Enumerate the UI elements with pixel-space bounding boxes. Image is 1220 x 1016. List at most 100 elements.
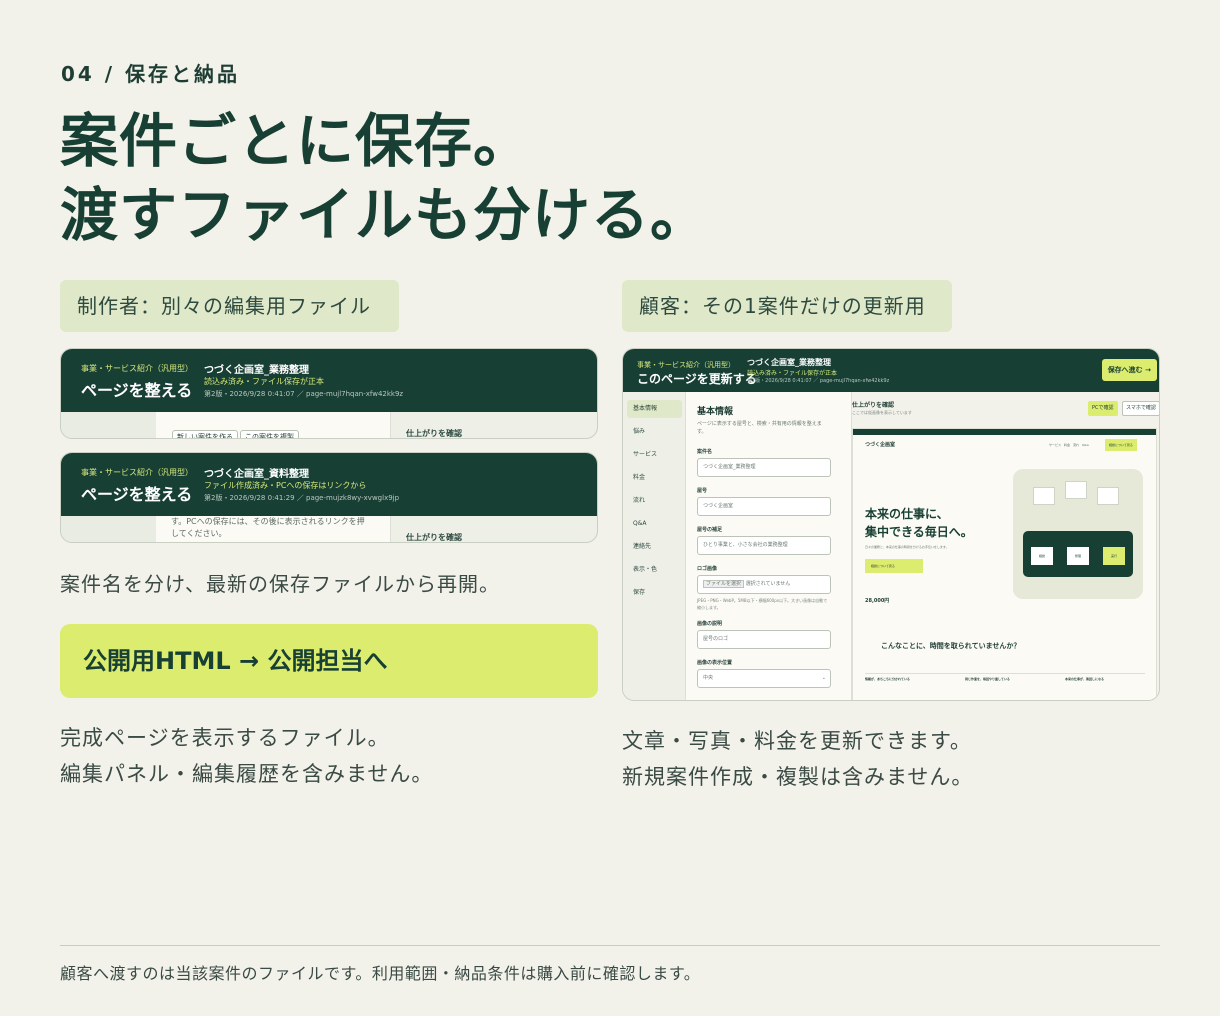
nav-item-basic[interactable]: 基本情報: [627, 400, 682, 418]
case-status: 読込み済み・ファイル保存が正本: [204, 377, 324, 386]
preview-heading: 仕上がりを確認: [406, 533, 462, 542]
nav-item-flow[interactable]: 流れ: [627, 492, 682, 510]
case-name-input[interactable]: つづく企画室_業務整理: [697, 458, 831, 477]
case-meta: 第2版・2026/9/28 0:41:07 ／ page-mujl7hqan-x…: [747, 378, 890, 384]
flow-step-execute: 実行: [1103, 547, 1125, 565]
proceed-save-button[interactable]: 保存へ進む →: [1101, 359, 1157, 381]
client-file-description: 文章・写真・料金を更新できます。 新規案件作成・複製は含みません。: [622, 723, 973, 795]
editor-title: ページを整える: [81, 381, 193, 400]
desc-left-line-1: 完成ページを表示するファイル。: [60, 726, 390, 750]
desc-left-line-2: 編集パネル・編集履歴を含みません。: [60, 762, 434, 786]
case-status: ファイル作成済み・PCへの保存はリンクから: [204, 481, 367, 490]
preview-heading: 仕上がりを確認: [406, 429, 462, 438]
hero-line-2: 集中できる毎日へ。: [865, 525, 973, 539]
document-icon: [1065, 481, 1087, 499]
smartphone-preview-button[interactable]: スマホで確認: [1122, 401, 1159, 416]
form-note: ページに表示する屋号と、検索・共有用の情報を整えます。: [697, 421, 822, 435]
editor-sidebar: [61, 412, 156, 438]
shop-tagline-input[interactable]: ひとり事業と、小さな会社の業務整理: [697, 536, 831, 555]
case-meta: 第2版・2026/9/28 0:41:29 ／ page-mujzk8wy-xv…: [204, 494, 400, 502]
headline-line-2: 渡すファイルも分ける。: [60, 181, 710, 249]
template-kicker: 事業・サービス紹介（汎用型）: [81, 364, 193, 373]
site-brand: つづく企画室: [865, 442, 896, 448]
template-kicker: 事業・サービス紹介（汎用型）: [81, 468, 193, 477]
editor-sidebar: [61, 516, 156, 542]
basic-info-form: 基本情報 ページに表示する屋号と、検索・共有用の情報を整えます。 案件名 つづく…: [686, 392, 852, 700]
editor-header: 事業・サービス紹介（汎用型） ページを整える つづく企画室_業務整理 読込み済み…: [61, 349, 597, 412]
position-select[interactable]: 中央 ⌄: [697, 669, 831, 688]
alt-label: 画像の説明: [697, 621, 723, 627]
nav-item-save[interactable]: 保存: [627, 584, 682, 602]
shop-name-label: 屋号: [697, 488, 708, 494]
logo-note: JPEG・PNG・WebP。5MB以下・横幅600px以下。大きい画像は自動で縮…: [697, 598, 828, 610]
nav-item-worries[interactable]: 悩み: [627, 423, 682, 441]
editor-body: す。PCへの保存には、その後に表示されるリンクを押 してください。 仕上がりを確…: [61, 516, 597, 542]
choose-file-button[interactable]: ファイルを選択: [703, 580, 745, 588]
hero-button: 相談について見る: [865, 559, 923, 573]
hero-price: 28,000円: [865, 598, 890, 604]
editor-screenshot-1: 事業・サービス紹介（汎用型） ページを整える つづく企画室_業務整理 読込み済み…: [60, 348, 598, 439]
case-name: つづく企画室_業務整理: [204, 365, 309, 376]
position-value: 中央: [703, 675, 714, 681]
desc-right-line-1: 文章・写真・料金を更新できます。: [622, 729, 972, 753]
shop-name-input[interactable]: つづく企画室: [697, 497, 831, 516]
site-nav: サービス 料金 流れ Q&A: [1049, 443, 1089, 447]
alt-input[interactable]: 屋号のロゴ: [697, 630, 831, 649]
save-instruction-line-1: す。PCへの保存には、その後に表示されるリンクを押: [171, 517, 365, 526]
hero-line-1: 本来の仕事に、: [865, 507, 949, 521]
creator-caption: 案件名を分け、最新の保存ファイルから再開。: [60, 572, 500, 596]
case-status: 読込み済み・ファイル保存が正本: [747, 370, 838, 377]
no-file-text: 選択されていません: [745, 581, 791, 587]
headline-line-1: 案件ごとに保存。: [60, 107, 533, 175]
case-name-label: 案件名: [697, 449, 713, 455]
site-preview: つづく企画室 サービス 料金 流れ Q&A 相談について見る 本来の仕事に、 集…: [852, 428, 1157, 700]
site-nav-button: 相談について見る: [1105, 439, 1137, 451]
footer-note: 顧客へ渡すのは当該案件のファイルです。利用範囲・納品条件は購入前に確認します。: [60, 964, 701, 983]
logo-label: ロゴ画像: [697, 566, 718, 572]
hero-lead: 日々の業務と、本来の仕事の時間を分けるお手伝いをします。: [865, 545, 949, 549]
chevron-down-icon: ⌄: [821, 675, 826, 681]
public-html-description: 完成ページを表示するファイル。 編集パネル・編集履歴を含みません。: [60, 720, 433, 792]
editor-panel: す。PCへの保存には、その後に表示されるリンクを押 してください。: [156, 516, 391, 542]
client-editor-screenshot: 事業・サービス紹介（汎用型） このページを更新する つづく企画室_業務整理 読込…: [622, 348, 1160, 701]
nav-item-faq[interactable]: Q&A: [627, 515, 682, 533]
footer-divider: [60, 945, 1160, 946]
save-instruction-line-2: してください。: [171, 529, 227, 538]
problem-section-title: こんなことに、時間を取られていませんか？: [881, 642, 1021, 650]
editor-screenshot-2: 事業・サービス紹介（汎用型） ページを整える つづく企画室_資料整理 ファイル作…: [60, 452, 598, 543]
duplicate-case-button[interactable]: この案件を複製: [240, 430, 299, 438]
shop-tagline-label: 屋号の補足: [697, 527, 723, 533]
preview-pane: 仕上がりを確認 ここでは仮画像を表示しています PCで確認 スマホで確認 つづく…: [852, 392, 1159, 700]
page-title: 案件ごとに保存。 渡すファイルも分ける。: [60, 104, 709, 252]
document-icon: [1097, 487, 1119, 505]
client-tag: 顧客：その1案件だけの更新用: [622, 280, 952, 332]
desc-right-line-2: 新規案件作成・複製は含みません。: [622, 765, 974, 789]
flow-step-organize: 整理: [1067, 547, 1089, 565]
case-meta: 第2版・2026/9/28 0:41:07 ／ page-mujl7hqan-x…: [204, 390, 404, 398]
divider: [865, 673, 1145, 674]
position-label: 画像の表示位置: [697, 660, 733, 666]
flow-step-consult: 相談: [1031, 547, 1053, 565]
logo-file-input[interactable]: ファイルを選択 選択されていません: [697, 575, 831, 594]
client-editor-header: 事業・サービス紹介（汎用型） このページを更新する つづく企画室_業務整理 読込…: [623, 349, 1159, 392]
editor-panel: 新しい案件を作る この案件を複製: [156, 412, 391, 438]
preview-subtext: ここでは仮画像を表示しています: [852, 410, 912, 415]
editor-title: ページを整える: [81, 485, 193, 504]
problem-col-3: 本来の仕事が、後回しになる: [1065, 677, 1104, 681]
editor-body: 新しい案件を作る この案件を複製 仕上がりを確認: [61, 412, 597, 438]
public-html-banner: 公開用HTML → 公開担当へ: [60, 624, 598, 698]
new-case-button[interactable]: 新しい案件を作る: [172, 430, 238, 438]
site-top-strip: [853, 429, 1156, 435]
pc-preview-button[interactable]: PCで確認: [1088, 401, 1118, 416]
nav-item-display[interactable]: 表示・色: [627, 561, 682, 579]
nav-item-pricing[interactable]: 料金: [627, 469, 682, 487]
nav-item-contact[interactable]: 連絡先: [627, 538, 682, 556]
section-nav: 基本情報 悩み サービス 料金 流れ Q&A 連絡先 表示・色 保存: [623, 392, 686, 700]
site-hero-title: 本来の仕事に、 集中できる毎日へ。: [865, 505, 973, 541]
section-eyebrow: 04 / 保存と納品: [61, 62, 241, 86]
case-name: つづく企画室_業務整理: [747, 358, 831, 367]
creator-tag: 制作者：別々の編集用ファイル: [60, 280, 399, 332]
template-kicker: 事業・サービス紹介（汎用型）: [637, 361, 735, 369]
nav-item-services[interactable]: サービス: [627, 446, 682, 464]
hero-illustration: 相談 整理 実行: [1013, 469, 1143, 599]
